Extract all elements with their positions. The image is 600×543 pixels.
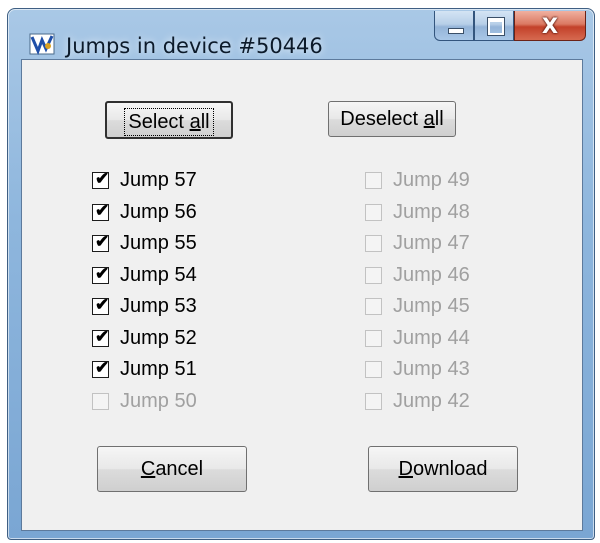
jump-label: Jump 56 [120,200,197,223]
select-all-mnemonic: a [189,110,201,133]
checkbox-empty-icon [365,266,382,284]
checkmark-icon: ✔ [95,358,110,378]
jump-label: Jump 51 [120,358,197,381]
jump-checkbox: Jump 47 [365,228,470,260]
checkmark-icon: ✔ [95,200,110,220]
checkbox-empty-icon [365,392,382,410]
jump-checkbox: Jump 49 [365,165,470,197]
jump-label: Jump 47 [393,232,470,255]
deselect-all-label: Deselect [340,108,424,130]
jump-checkbox: Jump 46 [365,260,470,292]
jump-list-right: Jump 49 Jump 48 Jump 47 Jump 46 Jump 45 Jump … [365,165,470,417]
download-button[interactable]: Download [368,446,518,492]
jump-label: Jump 45 [393,295,470,318]
checkbox-checked-icon[interactable]: ✔ [92,232,110,253]
checkbox-empty-icon [365,361,382,379]
jump-checkbox[interactable]: ✔ Jump 53 [92,291,197,323]
minimize-icon [448,28,464,34]
checkbox-empty-icon [365,235,382,253]
focus-rectangle: Select all [124,107,214,136]
jump-label: Jump 53 [120,295,197,318]
checkmark-icon: ✔ [95,232,110,252]
jump-checkbox[interactable]: ✔ Jump 55 [92,228,197,260]
close-button[interactable]: X [514,11,586,41]
dialog-window: Jumps in device #50446 X Select all Dese… [7,8,595,540]
checkmark-icon: ✔ [95,169,110,189]
minimize-button[interactable] [434,11,474,41]
deselect-all-button[interactable]: Deselect all [328,101,456,137]
jump-list-left: ✔ Jump 57 ✔ Jump 56 ✔ Jump 55 ✔ Jump 54 ✔ Jump 53… [92,165,197,417]
maximize-icon [487,17,505,36]
jump-label: Jump 46 [393,263,470,286]
checkbox-checked-icon[interactable]: ✔ [92,326,110,347]
jump-checkbox[interactable]: ✔ Jump 52 [92,323,197,355]
jump-label: Jump 48 [393,200,470,223]
jump-checkbox: Jump 48 [365,197,470,229]
close-icon: X [541,14,559,38]
checkmark-icon: ✔ [95,326,110,346]
select-all-label: Select [128,110,190,133]
jump-checkbox: Jump 42 [365,386,470,418]
app-icon [29,33,55,56]
checkbox-checked-icon[interactable]: ✔ [92,263,110,284]
maximize-button[interactable] [474,11,514,41]
checkmark-icon: ✔ [95,295,110,315]
window-title: Jumps in device #50446 [66,34,323,58]
cancel-label: ancel [155,458,204,480]
checkmark-icon: ✔ [95,263,110,283]
jump-label: Jump 44 [393,326,470,349]
deselect-all-label-end: ll [434,108,444,130]
jump-checkbox: Jump 44 [365,323,470,355]
checkbox-empty-icon [365,298,382,316]
jump-checkbox[interactable]: ✔ Jump 54 [92,260,197,292]
download-label: ownload [412,458,488,480]
checkbox-empty-icon [365,329,382,347]
jump-label: Jump 57 [120,169,197,192]
select-all-label-end: ll [200,110,210,133]
cancel-button[interactable]: Cancel [97,446,247,492]
jump-label: Jump 50 [120,389,197,412]
select-all-button[interactable]: Select all [105,101,233,139]
jump-label: Jump 49 [393,169,470,192]
cancel-mnemonic: C [140,458,156,480]
title-bar[interactable]: Jumps in device #50446 X [8,9,594,59]
jump-checkbox[interactable]: ✔ Jump 57 [92,165,197,197]
jump-label: Jump 55 [120,232,197,255]
jump-checkbox[interactable]: ✔ Jump 56 [92,197,197,229]
jump-label: Jump 43 [393,358,470,381]
jump-checkbox[interactable]: ✔ Jump 51 [92,354,197,386]
checkbox-checked-icon[interactable]: ✔ [92,169,110,190]
jump-checkbox: Jump 43 [365,354,470,386]
checkbox-checked-icon[interactable]: ✔ [92,200,110,221]
jump-label: Jump 54 [120,263,197,286]
jump-checkbox: Jump 45 [365,291,470,323]
checkbox-empty-icon [92,392,109,410]
checkbox-checked-icon[interactable]: ✔ [92,295,110,316]
checkbox-empty-icon [365,172,382,190]
checkbox-checked-icon[interactable]: ✔ [92,358,110,379]
checkbox-empty-icon [365,203,382,221]
deselect-all-mnemonic: a [423,108,435,130]
jump-label: Jump 52 [120,326,197,349]
dialog-body: Select all Deselect all ✔ Jump 57 ✔ Jump 56… [21,59,583,531]
download-mnemonic: D [398,458,413,480]
caption-buttons: X [434,11,586,41]
jump-label: Jump 42 [393,389,470,412]
jump-checkbox: Jump 50 [92,386,197,418]
